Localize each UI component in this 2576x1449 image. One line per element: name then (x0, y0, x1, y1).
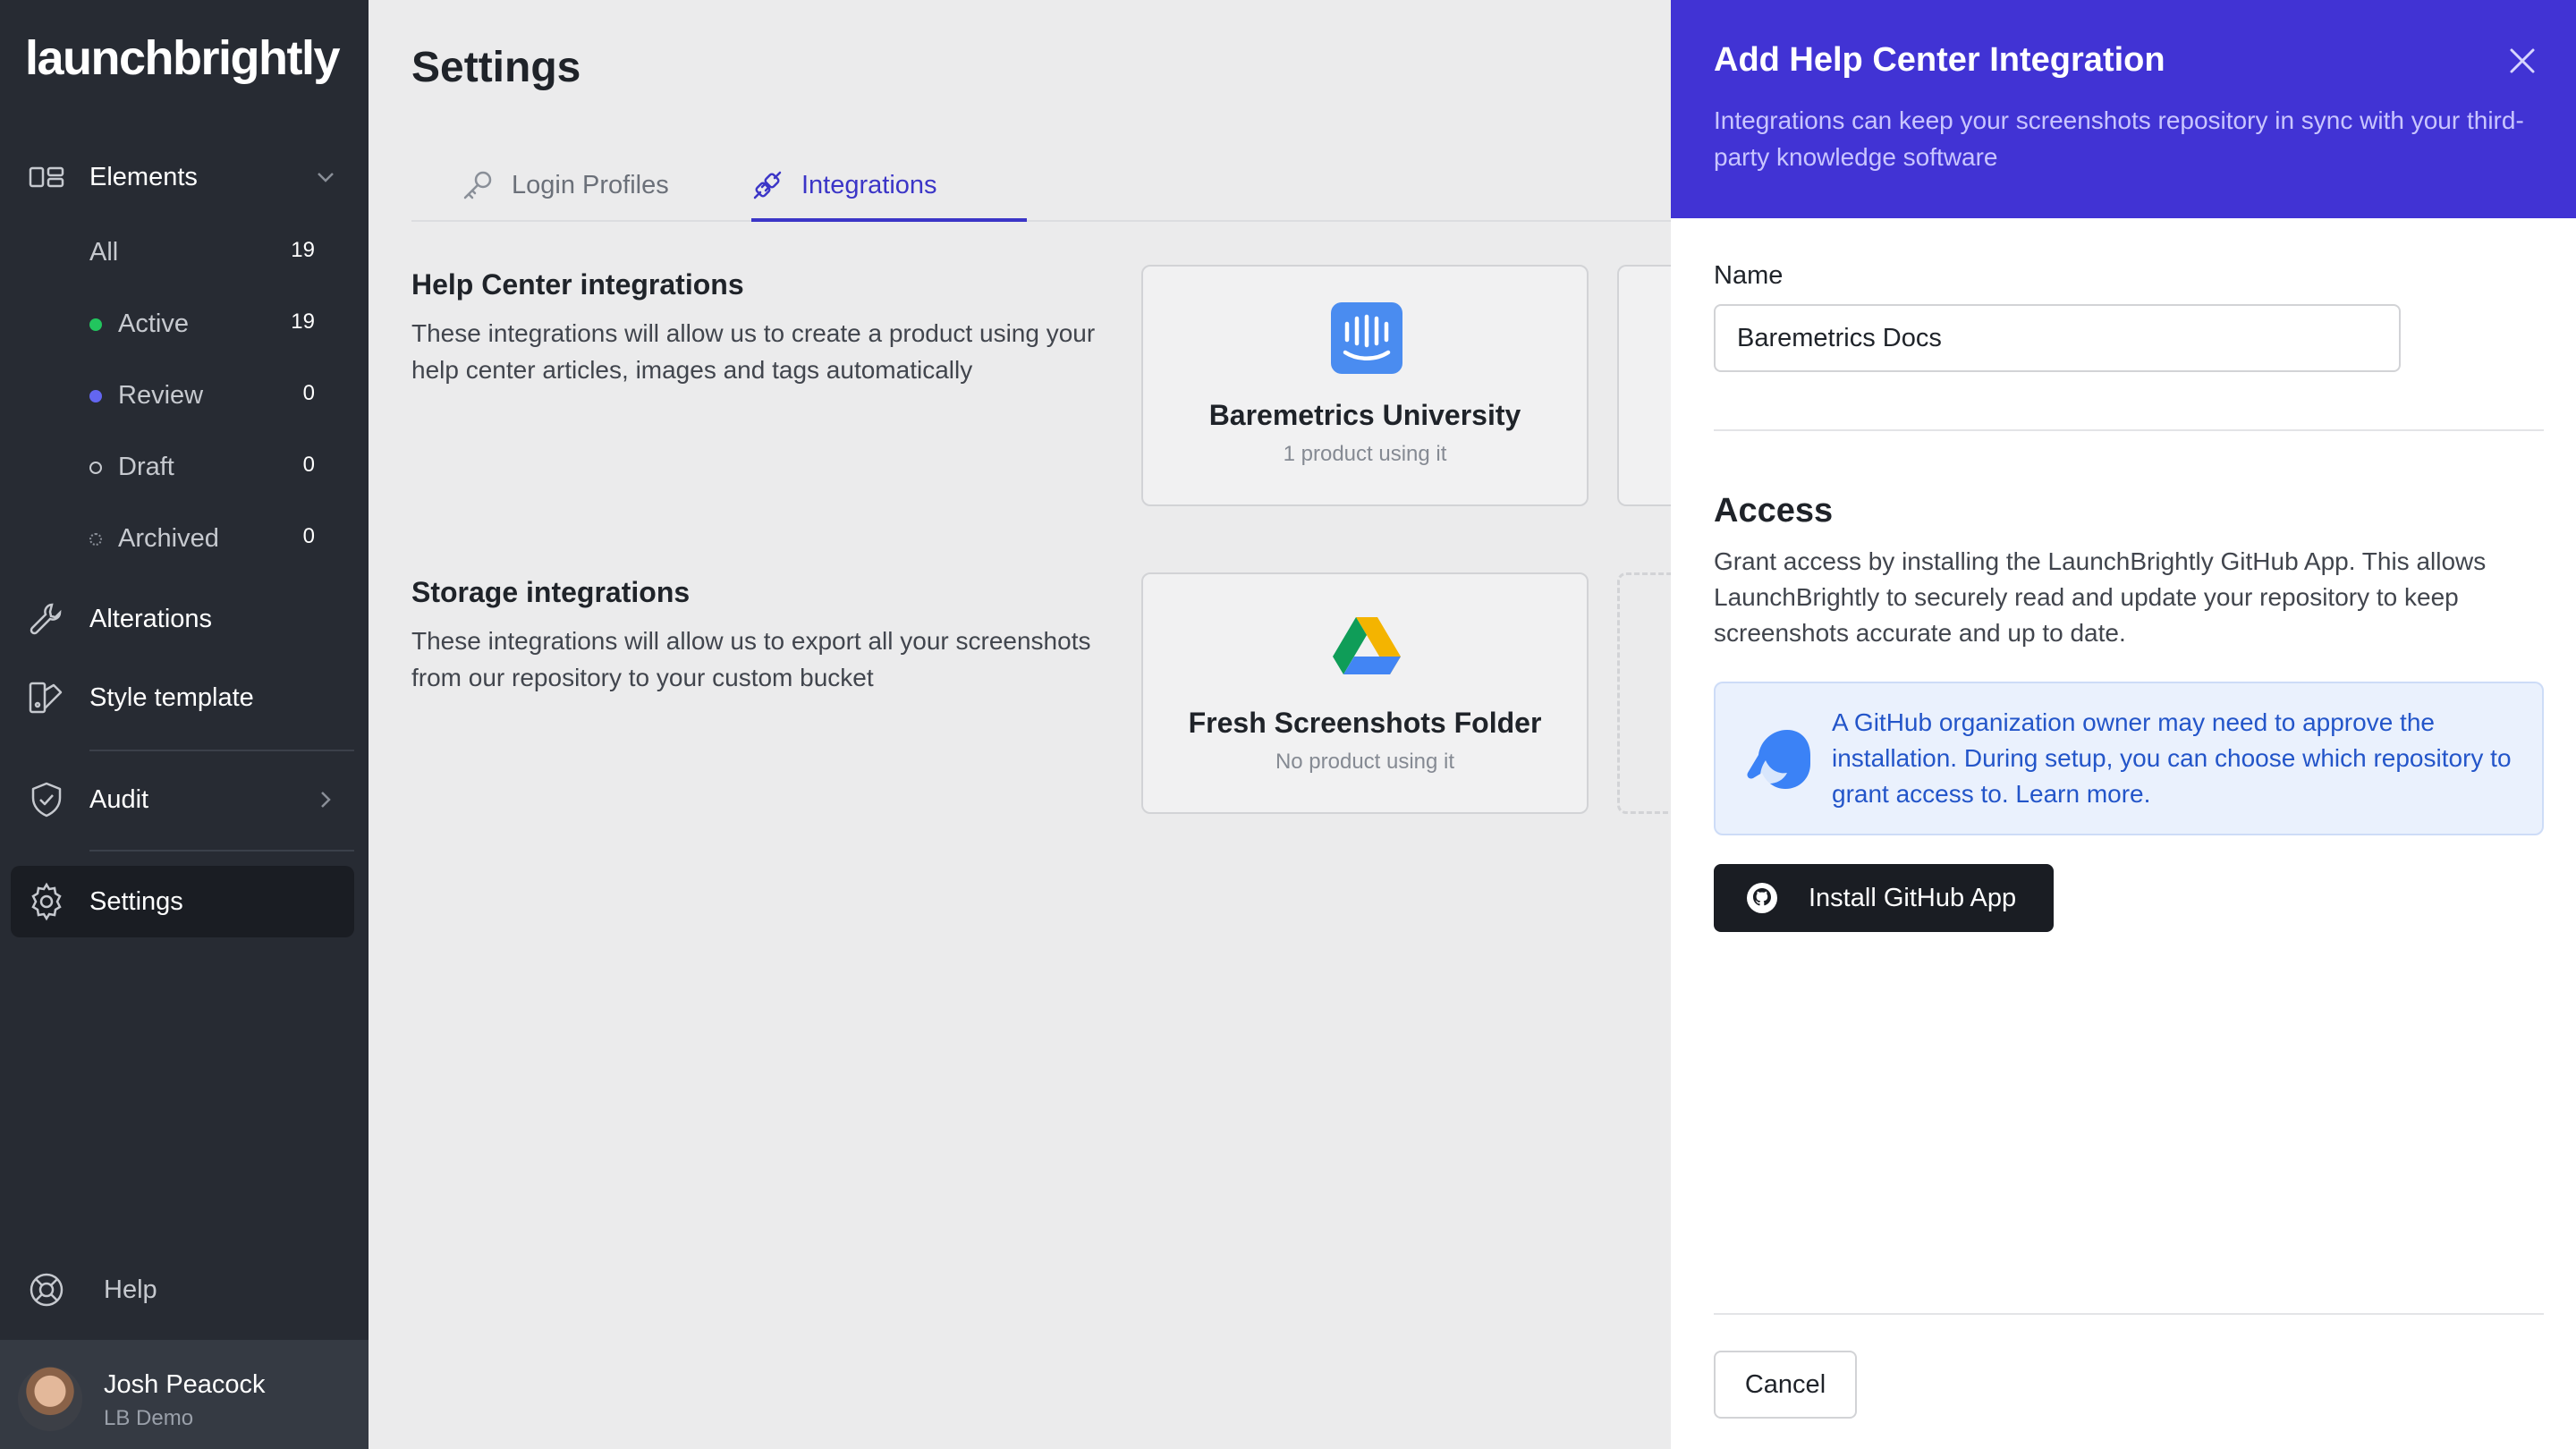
status-dot-archived (89, 533, 102, 546)
panel-header: Add Help Center Integration Integrations… (1671, 0, 2576, 218)
name-field-label: Name (1714, 261, 1784, 290)
plug-icon (753, 171, 782, 199)
info-callout-text[interactable]: A GitHub organization owner may need to … (1832, 705, 2521, 812)
status-dot-review (89, 390, 102, 402)
count-badge: 19 (291, 309, 315, 334)
count-badge: 0 (302, 524, 315, 548)
sidebar-item-label: Style template (89, 682, 254, 712)
sidebar: launchbrightly Elements All 19 Active 19… (0, 0, 369, 1449)
card-subtitle: 1 product using it (1283, 442, 1447, 466)
sidebar-subitem-label: Archived (118, 524, 219, 553)
style-template-icon (29, 682, 63, 714)
card-subtitle: No product using it (1275, 750, 1455, 774)
tab-label: Integrations (801, 170, 937, 199)
active-tab-indicator (751, 218, 1027, 222)
add-integration-panel: Add Help Center Integration Integrations… (1671, 0, 2576, 1449)
github-approval-icon (1747, 730, 1810, 789)
button-label: Install GitHub App (1809, 884, 2017, 912)
panel-title: Add Help Center Integration (1714, 41, 2165, 79)
integration-card-fresh-screenshots-folder[interactable]: Fresh Screenshots Folder No product usin… (1141, 572, 1589, 814)
access-description: Grant access by installing the LaunchBri… (1714, 547, 2487, 647)
count-badge: 0 (302, 453, 315, 477)
sidebar-item-label: Help (104, 1275, 157, 1304)
integration-card-baremetrics-university[interactable]: Baremetrics University 1 product using i… (1141, 265, 1589, 506)
shield-check-icon (31, 782, 62, 818)
storage-section-description: These integrations will allow us to expo… (411, 627, 1091, 691)
tab-integrations[interactable]: Integrations (750, 148, 937, 222)
sidebar-divider (89, 850, 354, 852)
sidebar-divider (89, 750, 354, 751)
help-center-section-title: Help Center integrations (411, 268, 744, 301)
sidebar-item-audit[interactable]: Audit (0, 780, 369, 819)
lifebuoy-icon (30, 1273, 64, 1307)
sidebar-item-label: Alterations (89, 604, 213, 633)
app-logo[interactable]: launchbrightly (25, 30, 341, 86)
github-icon (1747, 883, 1777, 913)
count-badge: 19 (291, 238, 315, 262)
status-dot-draft (89, 462, 102, 474)
install-github-app-button[interactable]: Install GitHub App (1714, 864, 2054, 932)
storage-section-title: Storage integrations (411, 576, 691, 608)
sidebar-subitem-label: Active (118, 309, 189, 338)
user-profile[interactable]: Josh Peacock LB Demo (0, 1340, 369, 1449)
wrench-icon (30, 603, 62, 635)
card-title: Baremetrics University (1208, 399, 1521, 431)
chevron-down-icon[interactable] (313, 165, 338, 190)
sidebar-item-label: Settings (89, 886, 183, 916)
card-title: Fresh Screenshots Folder (1188, 707, 1542, 739)
elements-icon (29, 166, 64, 188)
intercom-icon (1331, 302, 1402, 374)
github-info-callout: A GitHub organization owner may need to … (1714, 682, 2544, 835)
settings-tabs: Login Profiles Integrations (411, 148, 1671, 222)
sidebar-item-alterations[interactable]: Alterations (0, 599, 369, 639)
tab-login-profiles[interactable]: Login Profiles (460, 148, 669, 222)
status-dot-active (89, 318, 102, 331)
sidebar-subitem-label: All (89, 238, 119, 267)
gear-icon (31, 882, 62, 921)
user-org: LB Demo (104, 1406, 194, 1430)
panel-divider (1714, 429, 2544, 431)
access-title: Access (1714, 492, 1834, 530)
sidebar-item-settings[interactable]: Settings (0, 882, 369, 921)
avatar (18, 1367, 82, 1431)
chevron-right-icon[interactable] (313, 787, 338, 812)
sidebar-item-label: Elements (89, 162, 198, 191)
panel-footer-divider (1714, 1313, 2544, 1315)
page-title: Settings (411, 44, 581, 91)
name-field[interactable] (1714, 304, 2401, 372)
sidebar-item-style-template[interactable]: Style template (0, 678, 369, 717)
panel-description: Integrations can keep your screenshots r… (1714, 106, 2524, 171)
google-drive-icon (1333, 617, 1401, 674)
tab-label: Login Profiles (512, 170, 669, 199)
sidebar-item-label: Audit (89, 784, 149, 814)
sidebar-item-elements[interactable]: Elements (0, 157, 369, 197)
count-badge: 0 (302, 381, 315, 405)
cancel-button[interactable]: Cancel (1714, 1351, 1857, 1419)
sidebar-item-help[interactable]: Help (0, 1270, 369, 1309)
user-name: Josh Peacock (104, 1370, 266, 1399)
key-icon (463, 171, 492, 199)
close-icon[interactable] (2504, 43, 2540, 79)
help-center-section-description: These integrations will allow us to crea… (411, 319, 1096, 384)
main-content: Settings Login Profiles Integrations Hel… (369, 0, 1689, 1449)
sidebar-subitem-label: Draft (118, 453, 174, 481)
sidebar-subitem-label: Review (118, 381, 204, 410)
